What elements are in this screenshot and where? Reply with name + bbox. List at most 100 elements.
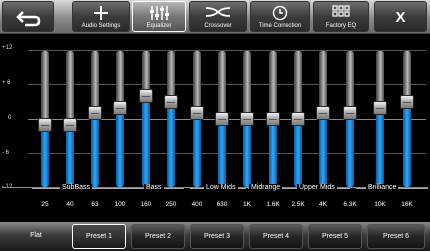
- grid-icon: [332, 5, 350, 17]
- band-slider-1K[interactable]: [240, 51, 254, 187]
- tab-crossover-label: Crossover: [204, 23, 232, 29]
- group-label-midrange: Midrange: [249, 184, 283, 191]
- preset-5-button[interactable]: Preset 5: [308, 224, 362, 249]
- close-button[interactable]: X: [374, 1, 427, 32]
- slider-level-fill: [319, 113, 327, 187]
- freq-label: 250: [165, 201, 177, 208]
- group-label-upper-mids: Upper Mids: [297, 184, 337, 191]
- slider-level-fill: [41, 124, 49, 187]
- freq-label: 630: [216, 201, 228, 208]
- freq-label: 16K: [401, 201, 413, 208]
- band-slider-1.6K[interactable]: [266, 51, 280, 187]
- crossover-curve-icon: [205, 7, 231, 17]
- band-slider-630[interactable]: [215, 51, 229, 187]
- band-slider-25[interactable]: [38, 51, 52, 187]
- tab-audio-settings[interactable]: Audio Settings: [72, 1, 130, 32]
- band-slider-4K[interactable]: [316, 51, 330, 187]
- slider-level-fill: [91, 113, 99, 187]
- y-label-minus6: - 6: [2, 150, 10, 156]
- tab-factory-eq-label: Factory EQ: [325, 23, 357, 29]
- back-button[interactable]: [2, 1, 54, 32]
- band-slider-400[interactable]: [190, 51, 204, 187]
- freq-label: 4K: [319, 201, 327, 208]
- slider-level-fill: [142, 96, 150, 187]
- band-slider-6.3K[interactable]: [343, 51, 357, 187]
- preset-1-button[interactable]: Preset 1: [72, 224, 126, 249]
- tab-factory-eq[interactable]: Factory EQ: [313, 1, 369, 32]
- band-slider-160[interactable]: [139, 51, 153, 187]
- freq-label: 25: [41, 201, 49, 208]
- flat-button[interactable]: Flat: [6, 224, 66, 249]
- slider-knob[interactable]: [316, 106, 330, 121]
- preset-bar: Flat Preset 1 Preset 2 Preset 3 Preset 4…: [0, 222, 430, 251]
- slider-level-fill: [218, 119, 226, 187]
- tab-time-correction-label: Time Correction: [258, 23, 302, 29]
- slider-level-fill: [167, 102, 175, 187]
- tab-equalizer[interactable]: Equalizer: [132, 1, 186, 32]
- slider-knob[interactable]: [400, 95, 414, 109]
- slider-level-fill: [66, 124, 74, 187]
- slider-knob[interactable]: [343, 106, 357, 121]
- freq-label: 1.6K: [266, 201, 280, 208]
- y-label-zero: 0: [8, 115, 12, 121]
- band-slider-16K[interactable]: [400, 51, 414, 187]
- preset-3-button[interactable]: Preset 3: [190, 224, 244, 249]
- freq-label: 6.3K: [343, 201, 357, 208]
- group-label-bass: Bass: [144, 184, 164, 191]
- band-slider-100[interactable]: [113, 51, 127, 187]
- freq-label: 2.5K: [291, 201, 305, 208]
- freq-label: 160: [140, 201, 152, 208]
- slider-level-fill: [346, 113, 354, 187]
- tab-audio-settings-label: Audio Settings: [81, 23, 121, 29]
- slider-level-fill: [403, 102, 411, 187]
- slider-knob[interactable]: [63, 117, 77, 132]
- group-label-subbass: SubBass: [60, 184, 93, 191]
- preset-6-button[interactable]: Preset 6: [367, 224, 425, 249]
- band-slider-250[interactable]: [164, 51, 178, 187]
- slider-knob[interactable]: [190, 106, 204, 121]
- slider-knob[interactable]: [164, 95, 178, 109]
- slider-level-fill: [269, 119, 277, 187]
- preset-2-button[interactable]: Preset 2: [131, 224, 185, 249]
- slider-level-fill: [243, 119, 251, 187]
- tab-crossover[interactable]: Crossover: [189, 1, 247, 32]
- slider-knob[interactable]: [266, 112, 280, 126]
- close-icon: X: [395, 9, 406, 26]
- band-slider-40[interactable]: [63, 51, 77, 187]
- slider-knob[interactable]: [139, 89, 153, 104]
- slider-level-fill: [193, 113, 201, 187]
- eq-screen: Audio Settings Equalizer Crossover Time …: [0, 0, 430, 251]
- slider-knob[interactable]: [88, 106, 102, 121]
- slider-knob[interactable]: [291, 112, 305, 126]
- freq-label: 100: [114, 201, 126, 208]
- freq-label: 63: [91, 201, 99, 208]
- back-arrow-icon: [16, 11, 41, 27]
- equalizer-panel: +12 + 6 0 - 6 - 12 SubBass Bass Low Mids…: [0, 34, 430, 218]
- slider-knob[interactable]: [215, 112, 229, 126]
- freq-label: 400: [191, 201, 203, 208]
- preset-4-button[interactable]: Preset 4: [249, 224, 303, 249]
- band-slider-10K[interactable]: [373, 51, 387, 187]
- top-toolbar: Audio Settings Equalizer Crossover Time …: [0, 0, 430, 34]
- y-label-plus6: + 6: [2, 80, 11, 86]
- slider-knob[interactable]: [113, 100, 127, 115]
- slider-level-fill: [294, 119, 302, 187]
- equalizer-sliders-icon: [150, 6, 169, 20]
- slider-knob[interactable]: [240, 112, 254, 126]
- freq-label: 1K: [243, 201, 251, 208]
- plus-icon: [94, 6, 108, 20]
- slider-knob[interactable]: [38, 117, 52, 132]
- slider-level-fill: [376, 107, 384, 187]
- clock-icon: [272, 5, 288, 21]
- group-label-low-mids: Low Mids: [204, 184, 238, 191]
- freq-label: 10K: [374, 201, 386, 208]
- band-slider-63[interactable]: [88, 51, 102, 187]
- y-label-plus12: +12: [2, 45, 13, 51]
- slider-knob[interactable]: [373, 100, 387, 115]
- group-label-brilliance: Brilliance: [366, 184, 399, 191]
- tab-time-correction[interactable]: Time Correction: [250, 1, 310, 32]
- slider-level-fill: [116, 107, 124, 187]
- freq-label: 40: [66, 201, 74, 208]
- tab-equalizer-label: Equalizer: [146, 23, 172, 29]
- band-slider-2.5K[interactable]: [291, 51, 305, 187]
